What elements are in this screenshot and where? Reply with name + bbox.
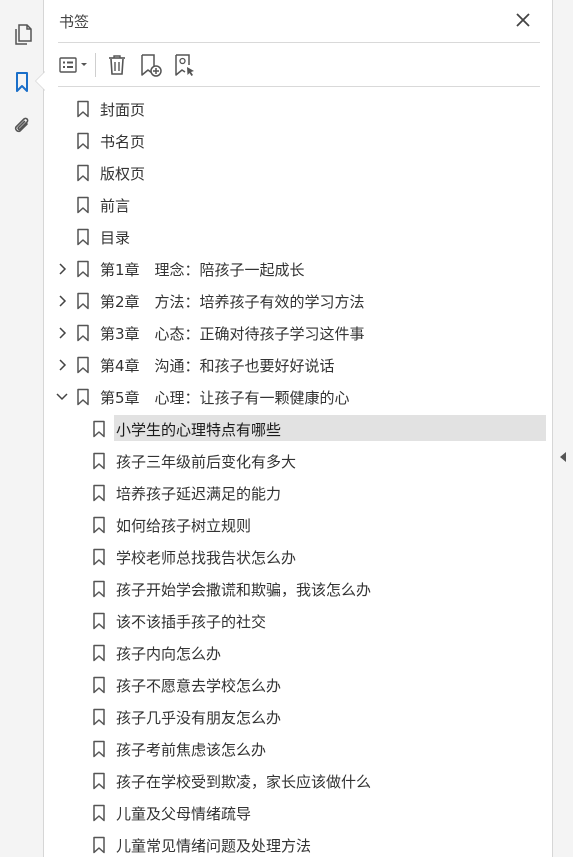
bookmark-item[interactable]: 儿童及父母情绪疏导 [45,797,552,829]
bookmark-item[interactable]: 孩子开始学会撒谎和欺骗，我该怎么办 [45,573,552,605]
bookmark-label: 孩子开始学会撒谎和欺骗，我该怎么办 [116,580,372,599]
bookmark-item[interactable]: 孩子三年级前后变化有多大 [45,445,552,477]
bookmark-item-icon [76,196,90,214]
bookmark-item[interactable]: 如何给孩子树立规则 [45,509,552,541]
new-bookmark-icon[interactable] [134,51,168,79]
bookmark-item[interactable]: 该不该插手孩子的社交 [45,605,552,637]
bookmark-item-icon [92,836,106,854]
bookmark-item-icon [92,580,106,598]
bookmark-item-icon [92,676,106,694]
divider [58,86,540,87]
bookmark-label: 如何给孩子树立规则 [116,516,252,535]
bookmark-item-icon [76,132,90,150]
bookmark-item-icon [76,100,90,118]
bookmark-item[interactable]: 书名页 [45,125,552,157]
bookmark-label: 封面页 [100,100,146,119]
bookmark-label: 学校老师总找我告状怎么办 [116,548,297,567]
bookmark-item[interactable]: 小学生的心理特点有哪些 [45,413,552,445]
bookmark-icon[interactable] [8,68,36,96]
bookmark-item[interactable]: 孩子在学校受到欺凌，家长应该做什么 [45,765,552,797]
bookmark-item[interactable]: 第1章 理念：陪孩子一起成长 [45,253,552,285]
bookmark-item[interactable]: 孩子考前焦虑该怎么办 [45,733,552,765]
active-pointer [36,72,45,90]
bookmark-label: 第5章 心理：让孩子有一颗健康的心 [100,388,350,407]
bookmark-item[interactable]: 培养孩子延迟满足的能力 [45,477,552,509]
bookmark-label: 目录 [100,228,131,247]
bookmark-item[interactable]: 第3章 心态：正确对待孩子学习这件事 [45,317,552,349]
bookmark-item-icon [92,708,106,726]
bookmark-item[interactable]: 第4章 沟通：和孩子也要好好说话 [45,349,552,381]
bookmark-item[interactable]: 孩子几乎没有朋友怎么办 [45,701,552,733]
bookmark-label: 小学生的心理特点有哪些 [116,420,282,439]
bookmark-item[interactable]: 第5章 心理：让孩子有一颗健康的心 [45,381,552,413]
bookmark-item-icon [76,388,90,406]
bookmark-item[interactable]: 目录 [45,221,552,253]
bookmark-item-icon [92,452,106,470]
bookmark-item-icon [76,324,90,342]
bookmark-label: 儿童常见情绪问题及处理方法 [116,836,312,855]
bookmarks-panel: 书签 封面页 书名页 版权页 前言 目录 第1章 理念：陪孩子一起成长 第2章 … [45,0,552,857]
chevron-down-icon[interactable] [55,390,69,404]
chevron-right-icon[interactable] [55,326,69,340]
options-menu-icon[interactable] [57,51,91,79]
bookmark-label: 孩子三年级前后变化有多大 [116,452,297,471]
bookmark-label: 儿童及父母情绪疏导 [116,804,252,823]
bookmark-item-icon [92,548,106,566]
bookmark-item-icon [92,420,106,438]
bookmark-label: 第1章 理念：陪孩子一起成长 [100,260,305,279]
divider [58,42,540,43]
bookmark-item-icon [92,804,106,822]
bookmark-toolbar [57,50,202,80]
bookmark-item-icon [92,612,106,630]
chevron-right-icon[interactable] [55,358,69,372]
pages-icon[interactable] [8,21,36,49]
bookmark-label: 前言 [100,196,131,215]
bookmark-label: 第2章 方法：培养孩子有效的学习方法 [100,292,365,311]
right-pane-strip [552,0,573,857]
bookmark-item-icon [76,228,90,246]
close-icon[interactable] [513,10,533,30]
bookmark-item-icon [92,516,106,534]
bookmark-item-icon [76,292,90,310]
bookmark-label: 书名页 [100,132,146,151]
chevron-right-icon[interactable] [55,294,69,308]
bookmark-item[interactable]: 孩子内向怎么办 [45,637,552,669]
left-nav-rail [0,0,45,857]
collapse-panel-icon[interactable] [560,452,566,462]
toolbar-separator [95,53,96,77]
bookmark-label: 培养孩子延迟满足的能力 [116,484,282,503]
bookmark-label: 孩子在学校受到欺凌，家长应该做什么 [116,772,372,791]
bookmark-item[interactable]: 儿童常见情绪问题及处理方法 [45,829,552,857]
bookmark-label: 第4章 沟通：和孩子也要好好说话 [100,356,335,375]
bookmark-item[interactable]: 版权页 [45,157,552,189]
bookmark-label: 该不该插手孩子的社交 [116,612,267,631]
bookmark-label: 孩子几乎没有朋友怎么办 [116,708,282,727]
panel-title: 书签 [59,13,90,31]
bookmark-label: 第3章 心态：正确对待孩子学习这件事 [100,324,365,343]
bookmark-item-icon [76,260,90,278]
bookmark-label: 孩子不愿意去学校怎么办 [116,676,282,695]
bookmark-item-icon [76,356,90,374]
bookmark-item[interactable]: 孩子不愿意去学校怎么办 [45,669,552,701]
bookmark-item[interactable]: 封面页 [45,93,552,125]
bookmark-label: 孩子考前焦虑该怎么办 [116,740,267,759]
bookmark-item-icon [76,164,90,182]
bookmark-label: 孩子内向怎么办 [116,644,222,663]
bookmark-tree: 封面页书名页版权页前言目录第1章 理念：陪孩子一起成长第2章 方法：培养孩子有效… [45,93,552,857]
bookmark-item-icon [92,484,106,502]
bookmark-item-icon [92,740,106,758]
delete-icon[interactable] [100,51,134,79]
attachment-icon[interactable] [8,113,36,141]
bookmark-item-icon [92,772,106,790]
bookmark-item[interactable]: 前言 [45,189,552,221]
bookmark-item[interactable]: 学校老师总找我告状怎么办 [45,541,552,573]
bookmark-label: 版权页 [100,164,146,183]
bookmark-from-structure-icon[interactable] [168,51,202,79]
bookmark-item[interactable]: 第2章 方法：培养孩子有效的学习方法 [45,285,552,317]
chevron-right-icon[interactable] [55,262,69,276]
bookmark-item-icon [92,644,106,662]
